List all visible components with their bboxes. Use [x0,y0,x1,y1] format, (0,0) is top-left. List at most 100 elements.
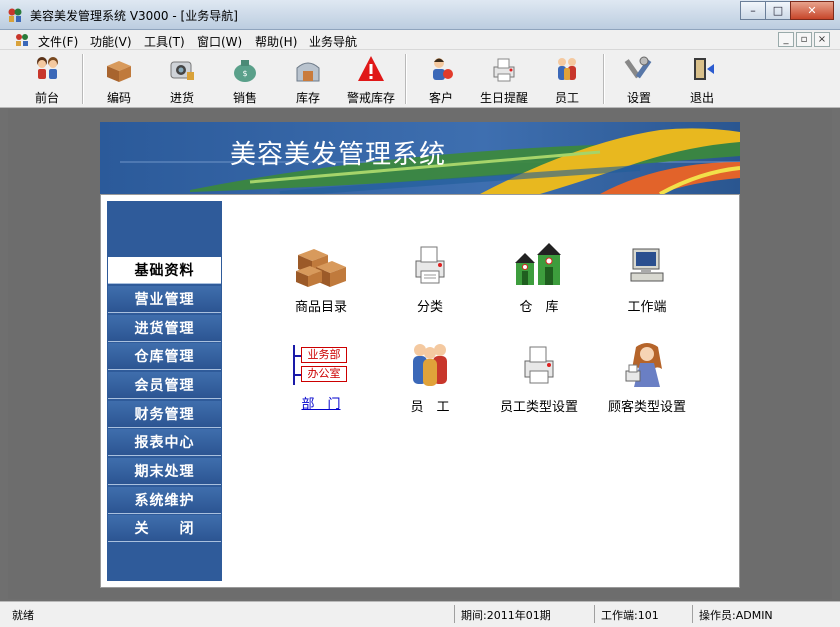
toolbar-label: 员工 [554,91,579,105]
app-icon [8,8,22,22]
computer-icon [630,248,664,282]
feature-customer-type-settings[interactable]: 顾客类型设置 [592,341,702,415]
mdi-minimize-button[interactable]: _ [778,32,794,47]
status-ready: 就绪 [12,609,34,622]
toolbar-label: 设置 [626,91,651,105]
toolbar-label: 前台 [34,91,59,105]
banner: 美容美发管理系统 [100,122,740,194]
customer-icon [433,58,453,80]
menu-business-nav[interactable]: 业务导航 [309,33,357,50]
feature-category[interactable]: 分类 [375,241,485,315]
nav-item-close[interactable]: 关 闭 [108,515,221,542]
toolbar-purchase-button[interactable]: 进货 [154,53,210,105]
banner-title: 美容美发管理系统 [230,140,447,170]
toolbar-front-desk-button[interactable]: 前台 [19,53,75,105]
camera-icon [170,61,194,80]
tools-icon [624,56,652,79]
toolbar-alert-stock-button[interactable]: 警戒库存 [343,53,399,105]
toolbar-label: 退出 [689,91,714,105]
feature-area: 商品目录 分类 仓 库 工作端 业务部 办公室 部 门 员 工 员工类型设置 顾… [223,201,733,581]
feature-staff-type-settings[interactable]: 员工类型设置 [484,341,594,415]
toolbar-label: 客户 [428,91,453,105]
nav-item-reports[interactable]: 报表中心 [108,429,221,456]
svg-text:$: $ [242,69,247,78]
window-title: 美容美发管理系统 V3000 - [业务导航] [30,9,238,23]
customer-girl-icon [625,343,662,387]
toolbar-exit-button[interactable]: 退出 [674,53,730,105]
boxes-icon [107,61,131,82]
feature-label: 部 门 [301,397,341,412]
exit-door-icon [694,58,714,80]
toolbar-settings-button[interactable]: 设置 [611,53,667,105]
feature-label: 员工类型设置 [499,400,578,415]
toolbar-label: 警戒库存 [346,91,395,105]
toolbar-coding-button[interactable]: 编码 [91,53,147,105]
staff-icon [413,344,447,386]
toolbar-separator [603,54,605,104]
toolbar-label: 生日提醒 [479,91,528,105]
nav-item-period-end[interactable]: 期末处理 [108,458,221,485]
nav-item-purchase[interactable]: 进货管理 [108,315,221,342]
department-sub-business: 业务部 [301,347,347,363]
feature-staff[interactable]: 员 工 [375,341,485,415]
toolbar-inventory-button[interactable]: 库存 [280,53,336,105]
toolbar-separator [82,54,84,104]
money-bag-icon: $ [234,60,256,82]
menu-file[interactable]: 文件(F) [38,33,78,50]
feature-label: 顾客类型设置 [607,400,686,415]
left-nav: 基础资料 营业管理 进货管理 仓库管理 会员管理 财务管理 报表中心 期末处理 … [107,201,222,581]
feature-warehouse[interactable]: 仓 库 [484,241,594,315]
mdi-doc-icon[interactable] [14,33,30,47]
warehouse-icon [296,62,320,82]
close-button[interactable]: ✕ [790,1,834,20]
department-icon: 业务部 办公室 [293,341,349,389]
nav-item-business[interactable]: 营业管理 [108,286,221,313]
department-sub-office: 办公室 [301,366,347,382]
status-operator: 操作员:ADMIN [692,605,832,623]
status-period: 期间:2011年01期 [454,605,592,623]
feature-label: 分类 [416,300,443,315]
toolbar-sales-button[interactable]: $ 销售 [217,53,273,105]
toolbar-label: 库存 [295,91,320,105]
toolbar-customer-button[interactable]: 客户 [413,53,469,105]
mdi-close-button[interactable]: × [814,32,830,47]
feature-workstation[interactable]: 工作端 [592,241,702,315]
boxes-icon [296,249,346,287]
nav-item-warehouse[interactable]: 仓库管理 [108,343,221,370]
mdi-restore-button[interactable]: ▫ [796,32,812,47]
business-nav-panel: 基础资料 营业管理 进货管理 仓库管理 会员管理 财务管理 报表中心 期末处理 … [100,194,740,588]
staff-icon [558,58,576,80]
feature-label: 仓 库 [519,300,559,315]
printer-icon [524,346,554,384]
menu-tools[interactable]: 工具(T) [144,33,185,50]
status-workstation: 工作端:101 [594,605,690,623]
menu-function[interactable]: 功能(V) [90,33,132,50]
feature-product-catalog[interactable]: 商品目录 [266,241,376,315]
feature-department[interactable]: 业务部 办公室 部 门 [266,341,376,412]
toolbar-staff-button[interactable]: 员工 [539,53,595,105]
toolbar: 前台 编码 进货 $ 销售 库存 警戒库存 客户 生日提醒 员工 设置 退出 [0,50,840,108]
toolbar-separator [405,54,407,104]
warning-icon [358,56,384,81]
printer-icon [493,58,515,82]
nav-item-basic-data[interactable]: 基础资料 [108,257,221,284]
printer-icon [415,246,445,284]
nav-item-member[interactable]: 会员管理 [108,372,221,399]
toolbar-label: 编码 [106,91,131,105]
status-bar: 就绪 期间:2011年01期 工作端:101 操作员:ADMIN [0,601,840,627]
toolbar-birthday-button[interactable]: 生日提醒 [476,53,532,105]
maximize-button[interactable]: □ [765,1,791,20]
nav-item-system[interactable]: 系统维护 [108,487,221,514]
title-bar: 美容美发管理系统 V3000 - [业务导航] – □ ✕ [0,0,840,30]
nav-item-finance[interactable]: 财务管理 [108,401,221,428]
menu-help[interactable]: 帮助(H) [255,33,297,50]
menu-window[interactable]: 窗口(W) [197,33,242,50]
menu-bar: 文件(F) 功能(V) 工具(T) 窗口(W) 帮助(H) 业务导航 _ ▫ × [0,30,840,50]
feature-label: 商品目录 [294,300,347,315]
toolbar-label: 销售 [232,91,257,105]
toolbar-label: 进货 [169,91,194,105]
warehouse-icon [515,243,561,285]
people-icon [37,57,58,79]
feature-label: 员 工 [410,400,450,415]
minimize-button[interactable]: – [740,1,766,20]
